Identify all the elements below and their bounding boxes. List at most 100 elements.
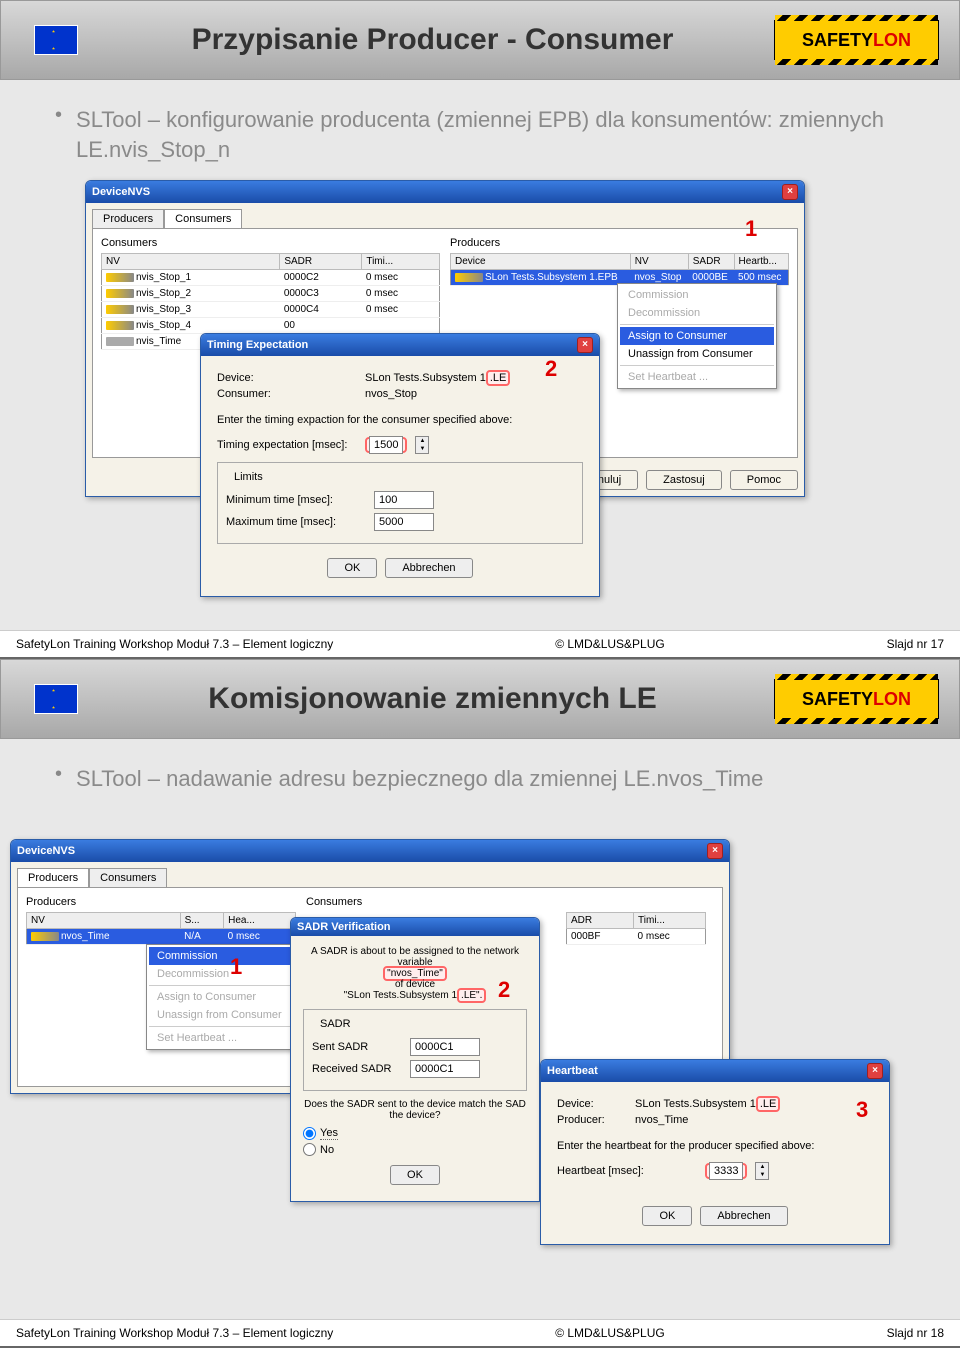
window-title: Timing Expectation [207,339,308,351]
window-titlebar[interactable]: DeviceNVS × [86,181,804,203]
logo-a: SAFETY [802,689,873,710]
sent-sadr-label: Sent SADR [312,1041,402,1053]
ok-button[interactable]: OK [642,1206,692,1226]
slide-17: Przypisanie Producer - Consumer SAFETYLO… [0,0,960,659]
marker-2: 2 [545,356,557,382]
consumers-label: Consumers [306,896,714,908]
footer-left: SafetyLon Training Workshop Moduł 7.3 – … [16,637,333,651]
logo-b: LON [873,689,911,710]
table-row[interactable]: nvis_Stop_20000C30 msec [102,286,440,302]
timing-expectation-input[interactable]: 1500 [369,436,403,454]
tab-consumers[interactable]: Consumers [89,868,167,887]
menu-sethb[interactable]: Set Heartbeat ... [620,368,774,386]
footer-right: Slajd nr 18 [887,1326,944,1340]
pomoc-button[interactable]: Pomoc [730,470,798,490]
yes-radio[interactable]: Yes [303,1127,527,1140]
close-icon[interactable]: × [707,843,723,859]
cancel-button[interactable]: Abbrechen [385,558,472,578]
min-time-label: Minimum time [msec]: [226,494,366,506]
table-row[interactable]: nvis_Stop_30000C40 msec [102,302,440,318]
sadr-question: Does the SADR sent to the device match t… [303,1099,527,1121]
eu-badge [21,5,91,75]
slide-footer: SafetyLon Training Workshop Moduł 7.3 – … [0,630,960,657]
context-menu[interactable]: Commission Decommission Assign to Consum… [146,944,306,1050]
prompt-text: Enter the heartbeat for the producer spe… [557,1140,873,1152]
context-menu[interactable]: Commission Decommission Assign to Consum… [617,283,777,389]
received-sadr-value: 0000C1 [410,1060,480,1078]
marker-1: 1 [745,216,757,242]
footer-right: Slajd nr 17 [887,637,944,651]
bullet-text: SLTool – konfigurowanie producenta (zmie… [76,105,905,164]
footer-center: © LMD&LUS&PLUG [555,637,665,651]
min-time-value: 100 [374,491,434,509]
logo-a: SAFETY [802,30,873,51]
slide-title: Przypisanie Producer - Consumer [111,23,754,57]
close-icon[interactable]: × [867,1063,883,1079]
bullet-text: SLTool – nadawanie adresu bezpiecznego d… [76,764,763,794]
menu-assign[interactable]: Assign to Consumer [149,988,303,1006]
slide-footer: SafetyLon Training Workshop Moduł 7.3 – … [0,1319,960,1346]
bullet-dot-icon: • [55,105,62,164]
marker-2: 2 [498,977,510,1003]
menu-sethb[interactable]: Set Heartbeat ... [149,1029,303,1047]
zastosuj-button[interactable]: Zastosuj [646,470,722,490]
timing-expectation-label: Timing expectation [msec]: [217,439,357,451]
producers-table[interactable]: DeviceNVSADRHeartb... SLon Tests.Subsyst… [450,253,789,286]
table-row[interactable]: nvis_Stop_400 [102,318,440,334]
ok-button[interactable]: OK [327,558,377,578]
close-icon[interactable]: × [782,184,798,200]
window-titlebar[interactable]: Timing Expectation × [201,334,599,356]
spinner[interactable]: ▲▼ [415,436,429,454]
menu-unassign[interactable]: Unassign from Consumer [149,1006,303,1024]
timing-expectation-window: Timing Expectation × Device: SLon Tests.S… [200,333,600,597]
col-timi[interactable]: Timi... [362,254,440,270]
menu-decommission[interactable]: Decommission [620,304,774,322]
window-titlebar[interactable]: SADR Verification [291,918,539,936]
spinner[interactable]: ▲▼ [755,1162,769,1180]
menu-unassign[interactable]: Unassign from Consumer [620,345,774,363]
heartbeat-window: Heartbeat × Device: SLon Tests.Subsystem … [540,1059,890,1245]
heartbeat-input[interactable]: 3333 [709,1162,743,1180]
ok-button[interactable]: OK [390,1165,440,1185]
slide-title: Komisjonowanie zmiennych LE [111,682,754,716]
menu-commission[interactable]: Commission [149,947,303,965]
producers-table[interactable]: NVS...Hea... nvos_TimeN/A0 msec [26,912,296,945]
col-sadr[interactable]: SADR [280,254,362,270]
window-titlebar[interactable]: Heartbeat × [541,1060,889,1082]
sadr-verification-window: SADR Verification A SADR is about to be … [290,917,540,1202]
col-nv[interactable]: NV [102,254,280,270]
eu-badge [21,664,91,734]
max-time-label: Maximum time [msec]: [226,516,366,528]
device-label: Device: [557,1098,627,1110]
table-row[interactable]: 000BF0 msec [567,929,706,945]
sadr-msg: A SADR is about to be assigned to the ne… [303,946,527,1001]
marker-3: 3 [856,1097,868,1123]
logo-b: LON [873,30,911,51]
menu-commission[interactable]: Commission [620,286,774,304]
producers-label: Producers [26,896,296,908]
table-row[interactable]: nvos_TimeN/A0 msec [27,929,296,945]
no-radio[interactable]: No [303,1143,527,1156]
device-value: SLon Tests.Subsystem 1.LE [635,1098,780,1110]
consumers-table[interactable]: ADRTimi... 000BF0 msec [566,912,706,945]
close-icon[interactable]: × [577,337,593,353]
cancel-button[interactable]: Abbrechen [700,1206,787,1226]
tab-producers[interactable]: Producers [92,209,164,228]
prompt-text: Enter the timing expaction for the consu… [217,414,583,426]
tab-producers[interactable]: Producers [17,868,89,887]
menu-assign[interactable]: Assign to Consumer [620,327,774,345]
device-label: Device: [217,372,357,384]
slide-header: Przypisanie Producer - Consumer SAFETYLO… [0,0,960,80]
safetylon-logo: SAFETYLON [774,20,939,60]
producers-label: Producers [450,237,789,249]
safetylon-logo: SAFETYLON [774,679,939,719]
bullet: • SLTool – konfigurowanie producenta (zm… [55,105,905,164]
window-title: Heartbeat [547,1065,598,1077]
consumers-label: Consumers [101,237,440,249]
tab-consumers[interactable]: Consumers [164,209,242,228]
bullet: • SLTool – nadawanie adresu bezpiecznego… [55,764,905,794]
table-row[interactable]: nvis_Stop_10000C20 msec [102,270,440,286]
device-value: SLon Tests.Subsystem 1.LE [365,372,510,384]
menu-decommission[interactable]: Decommission [149,965,303,983]
window-titlebar[interactable]: DeviceNVS × [11,840,729,862]
